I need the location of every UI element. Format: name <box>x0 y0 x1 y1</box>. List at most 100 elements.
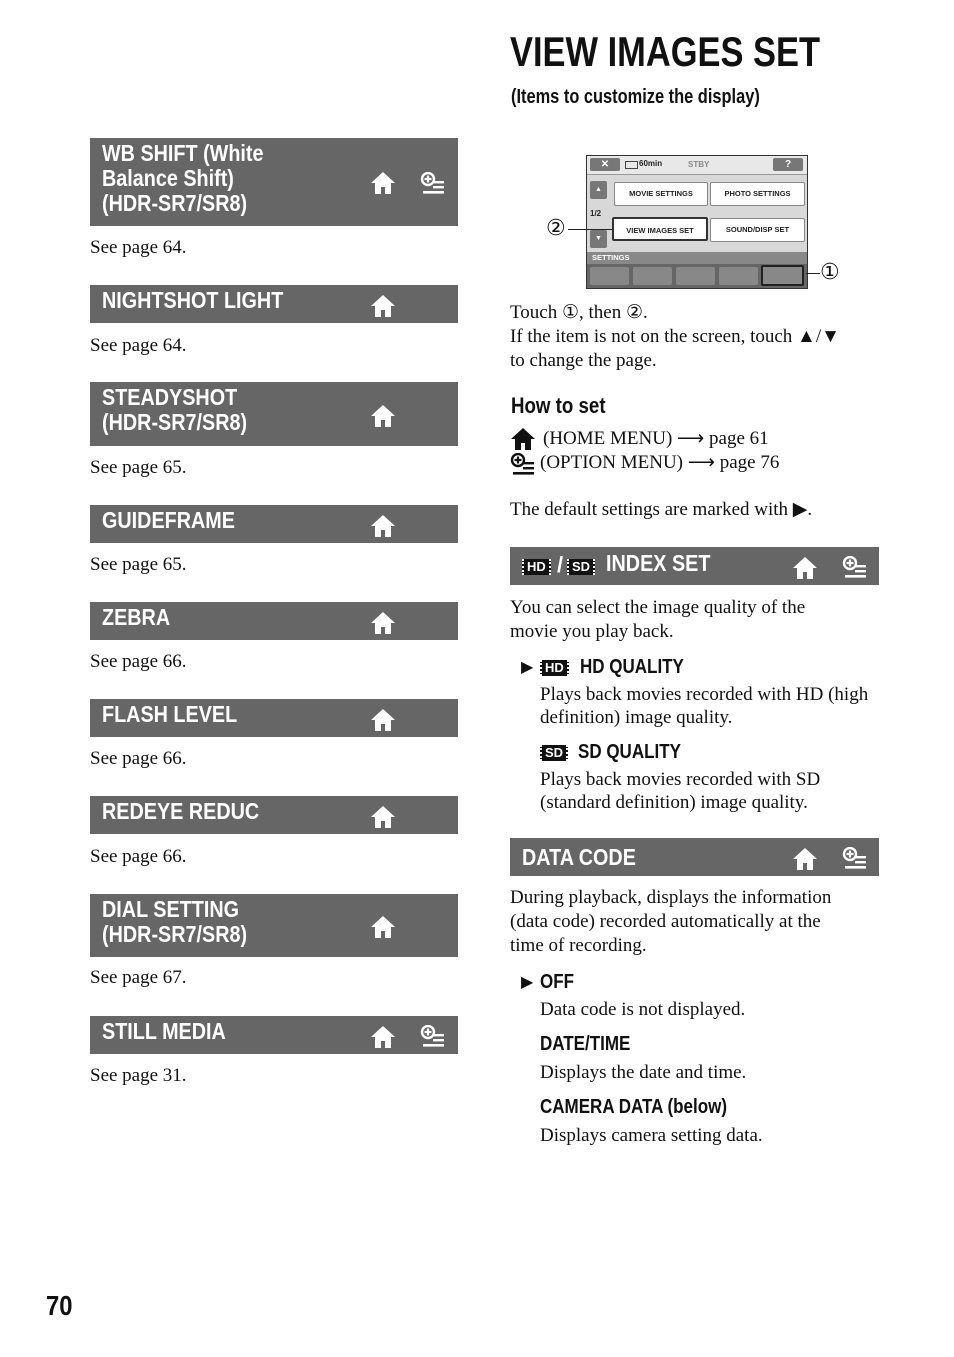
section-title-line: STILL MEDIA <box>102 1018 226 1044</box>
page-subtitle: (Items to customize the display) <box>511 86 760 108</box>
section-title-line: (HDR-SR7/SR8) <box>102 409 248 435</box>
home-icon <box>370 805 396 829</box>
sound-disp-set-button[interactable]: SOUND/DISP SET <box>710 218 805 242</box>
option-description: Plays back movies recorded with SD <box>540 769 821 790</box>
section-title-line: WB SHIFT (White <box>102 140 264 166</box>
movie-settings-button[interactable]: MOVIE SETTINGS <box>614 182 708 206</box>
section-header-redeye-reduc: REDEYE REDUC <box>90 796 458 834</box>
status-text: STBY <box>688 160 710 169</box>
home-icon <box>370 171 396 195</box>
callout-line-1 <box>806 273 820 274</box>
home-icon <box>370 294 396 318</box>
slash: / <box>557 552 564 577</box>
default-marker: ▶ <box>521 657 534 676</box>
page-reference: See page 64. <box>90 335 187 356</box>
section-header-wb-shift: WB SHIFT (White Balance Shift) (HDR-SR7/… <box>90 138 458 226</box>
lcd-screen-illustration: ✕ 60min STBY ? ▲ 1/2 ▼ MOVIE SETTINGS PH… <box>586 155 808 289</box>
option-menu-icon <box>842 847 868 869</box>
close-button[interactable]: ✕ <box>590 158 620 171</box>
instruction-line: If the item is not on the screen, touch … <box>510 326 840 347</box>
how-to-set-heading: How to set <box>511 393 606 418</box>
category-label: SETTINGS <box>592 253 630 262</box>
page-down-button[interactable]: ▼ <box>590 230 607 248</box>
battery-icon <box>625 161 638 169</box>
playback-tab-icon[interactable] <box>633 267 672 285</box>
home-menu-reference: (HOME MENU) ⟶ page 61 <box>543 428 769 449</box>
section-title-line: REDEYE REDUC <box>102 798 260 824</box>
option-hd-quality: HD QUALITY <box>580 656 684 678</box>
page-reference: See page 66. <box>90 651 187 672</box>
home-icon <box>370 1025 396 1049</box>
instruction-line: to change the page. <box>510 350 657 371</box>
home-icon <box>370 708 396 732</box>
page-reference: See page 65. <box>90 457 187 478</box>
default-marker: ▶ <box>521 972 534 991</box>
section-header-data-code: DATA CODE <box>510 838 879 876</box>
section-title-line: NIGHTSHOT LIGHT <box>102 287 284 313</box>
option-date-time: DATE/TIME <box>540 1033 631 1055</box>
option-description: (standard definition) image quality. <box>540 792 808 813</box>
data-code-description: time of recording. <box>510 935 647 956</box>
hd-badge-icon: HD <box>540 660 569 676</box>
option-description: Displays camera setting data. <box>540 1125 763 1146</box>
data-code-description: During playback, displays the informatio… <box>510 887 832 908</box>
home-icon <box>370 514 396 538</box>
option-menu-icon <box>420 1025 446 1047</box>
page-reference: See page 67. <box>90 967 187 988</box>
data-code-description: (data code) recorded automatically at th… <box>510 911 821 932</box>
section-header-still-media: STILL MEDIA <box>90 1016 458 1054</box>
section-title-line: DIAL SETTING <box>102 896 240 922</box>
camera-tab-icon[interactable] <box>590 267 629 285</box>
home-menu-icon <box>510 427 536 451</box>
option-menu-icon <box>842 556 868 578</box>
section-header-guideframe: GUIDEFRAME <box>90 505 458 543</box>
option-menu-icon <box>510 453 536 475</box>
home-icon <box>792 556 818 580</box>
section-header-nightshot-light: NIGHTSHOT LIGHT <box>90 285 458 323</box>
page-reference: See page 64. <box>90 237 187 258</box>
sd-badge-icon: SD <box>540 745 569 761</box>
section-title-line: Balance Shift) <box>102 165 234 191</box>
section-title: INDEX SET <box>606 550 711 576</box>
page-number: 70 <box>46 1290 73 1321</box>
option-description: definition) image quality. <box>540 707 733 728</box>
option-description: Data code is not displayed. <box>540 999 746 1020</box>
option-menu-icon <box>420 172 446 194</box>
option-menu-reference: (OPTION MENU) ⟶ page 76 <box>540 452 780 473</box>
page-reference: See page 66. <box>90 748 187 769</box>
section-title-line: (HDR-SR7/SR8) <box>102 921 248 947</box>
help-button[interactable]: ? <box>773 158 803 171</box>
option-description: Displays the date and time. <box>540 1062 747 1083</box>
photo-settings-button[interactable]: PHOTO SETTINGS <box>710 182 805 206</box>
option-camera-data: CAMERA DATA (below) <box>540 1096 727 1118</box>
default-settings-note: The default settings are marked with ▶. <box>510 499 813 520</box>
manage-tab-icon[interactable] <box>676 267 715 285</box>
option-off: OFF <box>540 971 574 993</box>
section-header-steadyshot: STEADYSHOT (HDR-SR7/SR8) <box>90 382 458 446</box>
settings-toolbox-tab-icon[interactable] <box>761 265 804 286</box>
page-reference: See page 65. <box>90 554 187 575</box>
section-title: DATA CODE <box>522 844 636 870</box>
index-set-description: movie you play back. <box>510 621 674 642</box>
callout-2: ② <box>546 216 566 241</box>
section-title-line: ZEBRA <box>102 604 171 630</box>
page-indicator: 1/2 <box>590 209 602 218</box>
option-description: Plays back movies recorded with HD (high <box>540 684 869 705</box>
page-reference: See page 31. <box>90 1065 187 1086</box>
hd-badge-icon: HD <box>522 559 551 575</box>
section-header-zebra: ZEBRA <box>90 602 458 640</box>
home-icon <box>370 915 396 939</box>
section-title-line: FLASH LEVEL <box>102 701 238 727</box>
connect-tab-icon[interactable] <box>719 267 758 285</box>
page-reference: See page 66. <box>90 846 187 867</box>
instruction-line: Touch ①, then ②. <box>510 302 648 323</box>
sd-badge-icon: SD <box>567 559 596 575</box>
home-icon <box>792 847 818 871</box>
home-icon <box>370 404 396 428</box>
section-title-line: GUIDEFRAME <box>102 507 235 533</box>
page-title: VIEW IMAGES SET <box>510 28 820 75</box>
section-title-line: STEADYSHOT <box>102 384 238 410</box>
view-images-set-button[interactable]: VIEW IMAGES SET <box>612 217 708 241</box>
section-title-line: (HDR-SR7/SR8) <box>102 190 248 216</box>
page-up-button[interactable]: ▲ <box>590 181 607 199</box>
